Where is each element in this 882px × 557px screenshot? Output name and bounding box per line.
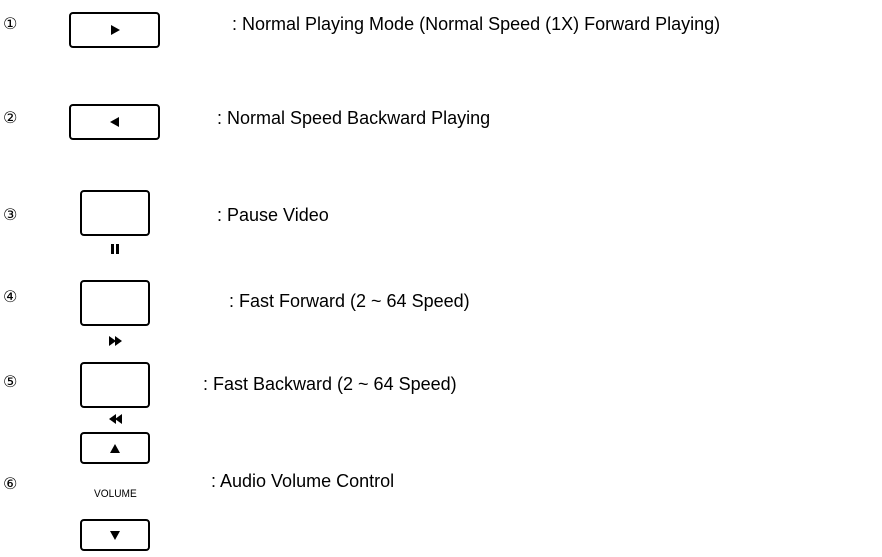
volume-down-button[interactable] xyxy=(80,519,150,551)
volume-up-icon xyxy=(110,443,120,453)
row-number: ③ xyxy=(3,205,18,224)
row-number: ⑤ xyxy=(3,372,18,391)
row-label: : Fast Backward (2 ~ 64 Speed) xyxy=(203,374,457,394)
row-number: ② xyxy=(3,108,18,127)
volume-down-icon xyxy=(110,530,120,540)
pause-button[interactable] xyxy=(80,190,150,236)
play-backward-button[interactable] xyxy=(69,104,160,140)
fast-forward-button[interactable] xyxy=(80,280,150,326)
row-label: : Fast Forward (2 ~ 64 Speed) xyxy=(229,291,470,311)
volume-caption: VOLUME xyxy=(94,488,137,500)
row-number: ④ xyxy=(3,287,18,306)
row-number: ① xyxy=(3,14,18,33)
fast-backward-icon xyxy=(109,414,122,424)
row-label: : Normal Speed Backward Playing xyxy=(217,108,491,128)
row-label: : Pause Video xyxy=(217,205,329,225)
volume-up-button[interactable] xyxy=(80,432,150,464)
play-forward-button[interactable] xyxy=(69,12,160,48)
row-label: : Audio Volume Control xyxy=(211,471,395,491)
fast-forward-icon xyxy=(109,336,122,346)
fast-backward-button[interactable] xyxy=(80,362,150,408)
pause-icon xyxy=(111,244,119,254)
play-forward-icon xyxy=(110,25,120,35)
row-number: ⑥ xyxy=(3,474,18,493)
play-backward-icon xyxy=(109,117,119,127)
row-label: : Normal Playing Mode (Normal Speed (1X)… xyxy=(232,14,721,34)
